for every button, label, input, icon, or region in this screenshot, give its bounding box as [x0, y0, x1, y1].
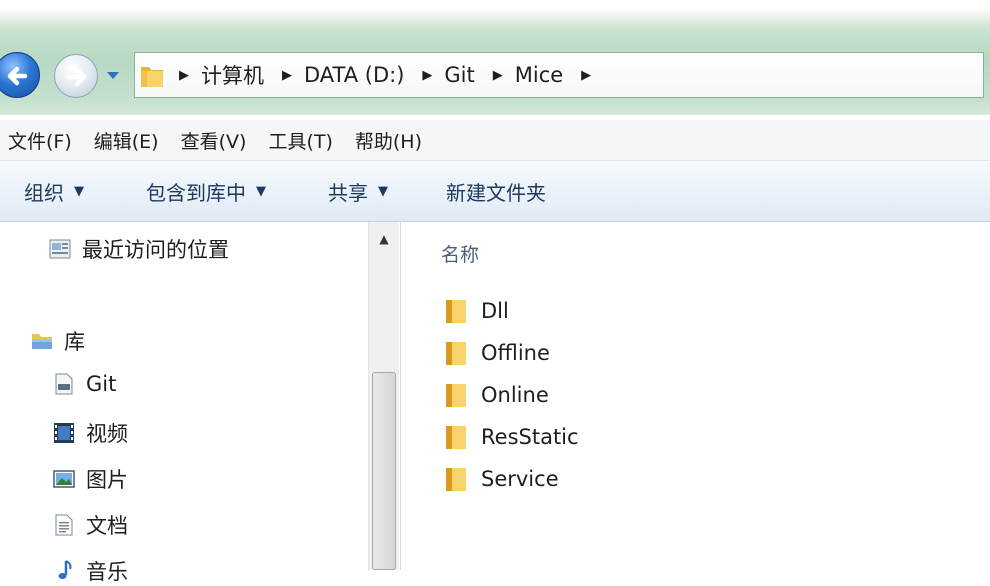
include-in-library-label: 包含到库中 [146, 180, 246, 205]
breadcrumb-arrow-icon[interactable]: ▶ [581, 68, 591, 83]
folder-name: Offline [481, 341, 550, 365]
nav-item-git[interactable]: Git [52, 372, 116, 396]
menu-view[interactable]: 查看(V) [181, 127, 247, 154]
nav-label: 最近访问的位置 [82, 238, 229, 262]
scroll-up-icon[interactable]: ▲ [369, 226, 399, 252]
folder-name: ResStatic [481, 425, 579, 449]
include-in-library-button[interactable]: 包含到库中 ▼ [146, 177, 266, 206]
folder-name: Service [481, 467, 559, 491]
navigation-pane: 最近访问的位置 库 Git 视频 图片 文档 音乐 ▲ [0, 222, 401, 584]
music-icon [58, 560, 72, 579]
git-library-icon [55, 373, 73, 395]
nav-pane-scrollbar[interactable]: ▲ [368, 222, 399, 570]
nav-label: 音乐 [86, 560, 128, 584]
folder-icon [446, 468, 466, 491]
breadcrumb-mice[interactable]: Mice [515, 63, 563, 87]
nav-item-documents[interactable]: 文档 [52, 510, 128, 540]
back-arrow-icon [7, 66, 28, 86]
menu-file[interactable]: 文件(F) [8, 127, 72, 154]
folder-name: Dll [481, 299, 509, 323]
breadcrumb-arrow-icon[interactable]: ▶ [282, 68, 292, 83]
breadcrumb-arrow-icon[interactable]: ▶ [422, 68, 432, 83]
breadcrumb-computer[interactable]: 计算机 [201, 60, 264, 90]
breadcrumb-data-drive[interactable]: DATA (D:) [304, 63, 404, 87]
menu-bar: 文件(F) 编辑(E) 查看(V) 工具(T) 帮助(H) [0, 120, 990, 161]
file-list-pane: 名称 Dll Offline Online ResStatic Service [401, 222, 990, 570]
recent-places-icon [49, 239, 71, 259]
folder-name: Online [481, 383, 549, 407]
share-button[interactable]: 共享 ▼ [328, 177, 388, 206]
nav-label: Git [86, 372, 117, 396]
nav-item-music[interactable]: 音乐 [52, 556, 128, 586]
library-icon [32, 334, 52, 349]
list-item[interactable]: Online [445, 382, 549, 408]
video-icon [54, 423, 74, 443]
organize-button[interactable]: 组织 ▼ [24, 177, 84, 206]
menu-help[interactable]: 帮助(H) [355, 127, 422, 154]
pictures-icon [53, 470, 75, 488]
nav-label: 文档 [86, 514, 128, 538]
address-bar[interactable]: ▶ 计算机 ▶ DATA (D:) ▶ Git ▶ Mice ▶ [134, 52, 984, 98]
folder-icon [446, 300, 466, 323]
folder-icon [141, 67, 163, 87]
document-icon [55, 514, 73, 536]
chevron-down-icon: ▼ [378, 183, 388, 199]
breadcrumb-root-arrow-icon[interactable]: ▶ [179, 68, 189, 83]
share-label: 共享 [328, 180, 368, 205]
menu-edit[interactable]: 编辑(E) [94, 127, 159, 154]
nav-item-libraries[interactable]: 库 [30, 326, 85, 356]
organize-label: 组织 [24, 180, 64, 205]
new-folder-button[interactable]: 新建文件夹 [446, 177, 546, 206]
folder-icon [446, 426, 466, 449]
list-item[interactable]: ResStatic [445, 424, 579, 450]
list-item[interactable]: Offline [445, 340, 550, 366]
recent-pages-dropdown[interactable] [104, 66, 122, 84]
back-button[interactable] [0, 52, 40, 98]
breadcrumb-arrow-icon[interactable]: ▶ [493, 68, 503, 83]
forward-arrow-icon [66, 67, 87, 87]
column-header-name[interactable]: 名称 [441, 240, 479, 267]
chevron-down-icon: ▼ [256, 183, 266, 199]
list-item[interactable]: Service [445, 466, 559, 492]
chevron-down-icon: ▼ [74, 183, 84, 199]
nav-label: 视频 [86, 422, 128, 446]
new-folder-label: 新建文件夹 [446, 180, 546, 205]
nav-label: 图片 [86, 468, 128, 492]
folder-icon [446, 342, 466, 365]
forward-button[interactable] [54, 54, 98, 98]
menu-tools[interactable]: 工具(T) [268, 127, 332, 154]
nav-item-videos[interactable]: 视频 [52, 418, 128, 448]
nav-label: 库 [64, 330, 85, 354]
breadcrumb-git[interactable]: Git [444, 63, 474, 87]
folder-icon [446, 384, 466, 407]
scrollbar-thumb[interactable] [372, 372, 396, 570]
nav-item-pictures[interactable]: 图片 [52, 464, 128, 494]
nav-item-recent-places[interactable]: 最近访问的位置 [48, 234, 229, 264]
command-bar: 组织 ▼ 包含到库中 ▼ 共享 ▼ 新建文件夹 [0, 161, 990, 222]
address-toolbar: ▶ 计算机 ▶ DATA (D:) ▶ Git ▶ Mice ▶ [0, 0, 990, 115]
list-item[interactable]: Dll [445, 298, 509, 324]
breadcrumb: ▶ 计算机 ▶ DATA (D:) ▶ Git ▶ Mice ▶ [179, 53, 603, 97]
